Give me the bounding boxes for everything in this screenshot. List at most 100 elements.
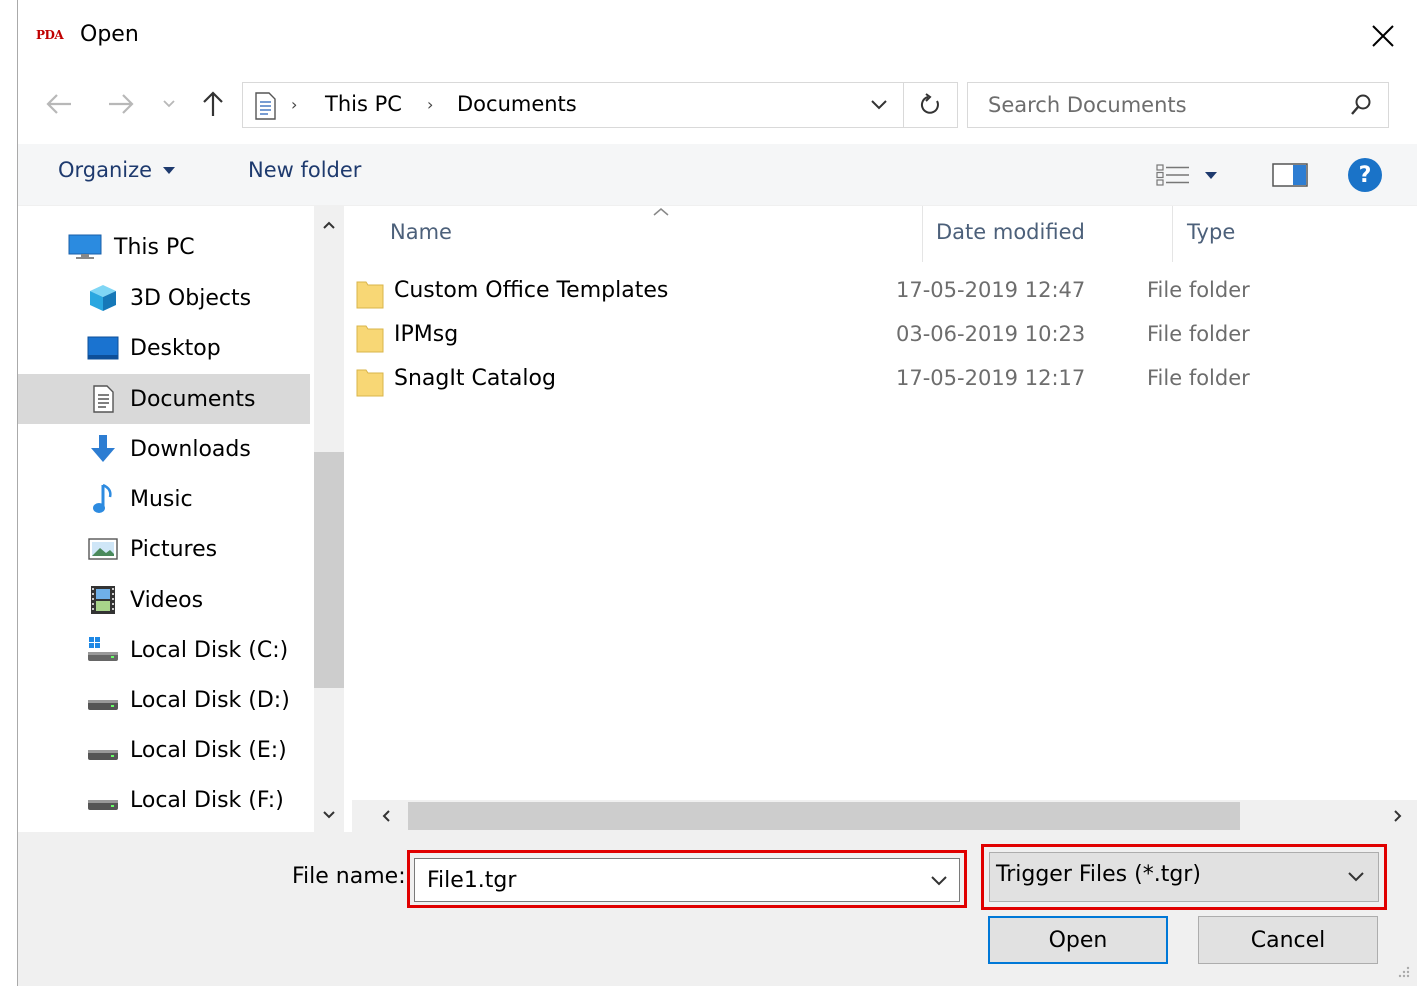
nav-item-local-disk-e[interactable]: Local Disk (E:) (18, 725, 310, 775)
file-row[interactable]: SnagIt Catalog 17-05-2019 12:17 File fol… (334, 360, 1354, 404)
scroll-thumb[interactable] (314, 452, 344, 688)
file-type-dropdown[interactable] (1342, 863, 1370, 891)
app-logo: PDA (36, 28, 64, 42)
nav-item-this-pc[interactable]: This PC (18, 222, 310, 272)
column-divider[interactable] (922, 206, 923, 262)
download-arrow-icon (86, 434, 120, 464)
nav-label: Local Disk (D:) (130, 687, 290, 713)
file-type-value: Trigger Files (*.tgr) (996, 862, 1201, 887)
caret-down-icon (163, 167, 176, 174)
nav-label: Local Disk (F:) (130, 787, 284, 813)
nav-item-3d-objects[interactable]: 3D Objects (18, 273, 310, 323)
nav-item-local-disk-d[interactable]: Local Disk (D:) (18, 675, 310, 725)
caret-down-icon (1205, 172, 1217, 179)
chevron-down-icon (871, 100, 887, 110)
nav-label: Videos (130, 587, 204, 613)
picture-icon (86, 534, 120, 564)
file-type: File folder (1147, 322, 1250, 346)
file-date: 03-06-2019 10:23 (896, 322, 1086, 346)
file-name-dropdown[interactable] (925, 867, 953, 895)
file-type-select[interactable]: Trigger Files (*.tgr) (989, 852, 1379, 902)
chevron-up-icon (323, 221, 335, 229)
dialog-title: Open (80, 22, 139, 47)
chevron-down-icon (323, 811, 335, 819)
title-bar: PDA Open (18, 0, 1417, 72)
up-arrow-icon (203, 91, 223, 116)
scroll-thumb[interactable] (408, 802, 1240, 830)
file-type: File folder (1147, 278, 1250, 302)
chevron-down-icon (163, 100, 175, 108)
change-view-button[interactable] (1156, 160, 1236, 190)
chevron-right-icon (1394, 810, 1402, 822)
scroll-down-button[interactable] (314, 800, 344, 830)
file-row[interactable]: Custom Office Templates 17-05-2019 12:47… (334, 272, 1354, 316)
open-dialog: PDA Open › This PC › Documents Search Do… (17, 0, 1417, 986)
up-button[interactable] (196, 86, 230, 122)
help-icon: ? (1358, 162, 1372, 188)
file-horizontal-scrollbar[interactable] (352, 800, 1417, 832)
nav-label: 3D Objects (130, 285, 252, 311)
recent-locations-button[interactable] (158, 86, 180, 122)
address-dropdown[interactable] (863, 91, 895, 119)
forward-button[interactable] (104, 86, 138, 122)
document-icon (86, 384, 120, 414)
file-row[interactable]: IPMsg 03-06-2019 10:23 File folder (334, 316, 1354, 360)
file-name: IPMsg (394, 322, 459, 347)
close-button[interactable] (1358, 14, 1408, 58)
refresh-button[interactable] (903, 83, 957, 127)
organize-label: Organize (58, 158, 153, 182)
address-bar[interactable]: › This PC › Documents (242, 82, 958, 128)
nav-item-desktop[interactable]: Desktop (18, 323, 310, 373)
back-button[interactable] (42, 86, 76, 122)
organize-button[interactable]: Organize (58, 158, 176, 182)
document-icon (253, 92, 277, 124)
help-button[interactable]: ? (1348, 158, 1382, 192)
resize-grip-icon[interactable] (1392, 964, 1412, 984)
desktop-icon (86, 333, 120, 363)
preview-pane-icon[interactable] (1272, 162, 1308, 188)
column-header-name[interactable]: Name (390, 220, 452, 244)
drive-icon (86, 685, 120, 715)
nav-item-videos[interactable]: Videos (18, 575, 310, 625)
open-button[interactable]: Open (988, 916, 1168, 964)
scroll-up-button[interactable] (314, 210, 344, 240)
cancel-button[interactable]: Cancel (1198, 916, 1378, 964)
nav-item-downloads[interactable]: Downloads (18, 424, 310, 474)
navigation-pane: This PC 3D Objects Desktop Documents Dow… (18, 206, 348, 832)
nav-label: Desktop (130, 335, 221, 361)
folder-icon (356, 325, 384, 353)
search-box[interactable] (967, 82, 1389, 128)
windows-drive-icon (86, 635, 120, 665)
nav-item-music[interactable]: Music (18, 474, 310, 524)
scroll-right-button[interactable] (1382, 800, 1414, 832)
close-icon (1372, 25, 1394, 47)
breadcrumb-documents[interactable]: Documents (457, 92, 577, 116)
chevron-down-icon (1348, 872, 1364, 882)
new-folder-button[interactable]: New folder (248, 158, 361, 182)
column-header-date-modified[interactable]: Date modified (936, 220, 1085, 244)
file-list: Name Date modified Type Custom Office Te… (352, 206, 1417, 832)
nav-item-local-disk-c[interactable]: Local Disk (C:) (18, 625, 310, 675)
search-icon[interactable] (1346, 91, 1376, 119)
breadcrumb-this-pc[interactable]: This PC (325, 92, 402, 116)
nav-label: Local Disk (C:) (130, 637, 289, 663)
nav-item-documents[interactable]: Documents (18, 374, 310, 424)
nav-item-pictures[interactable]: Pictures (18, 524, 310, 574)
breadcrumb-separator: › (427, 95, 434, 114)
cube-icon (86, 283, 120, 313)
file-name-input[interactable] (425, 865, 905, 895)
file-name: SnagIt Catalog (394, 366, 556, 391)
file-type: File folder (1147, 366, 1250, 390)
nav-label: Pictures (130, 536, 218, 562)
nav-label: This PC (114, 234, 195, 260)
column-header-type[interactable]: Type (1187, 220, 1235, 244)
search-input[interactable] (986, 91, 1326, 119)
nav-label: Downloads (130, 436, 251, 462)
folder-icon (356, 369, 384, 397)
nav-label: Music (130, 486, 193, 512)
nav-item-local-disk-f[interactable]: Local Disk (F:) (18, 775, 310, 825)
scroll-left-button[interactable] (370, 800, 402, 832)
details-view-icon (1156, 164, 1189, 186)
column-divider[interactable] (1172, 206, 1173, 262)
file-name-combobox[interactable] (414, 858, 960, 902)
